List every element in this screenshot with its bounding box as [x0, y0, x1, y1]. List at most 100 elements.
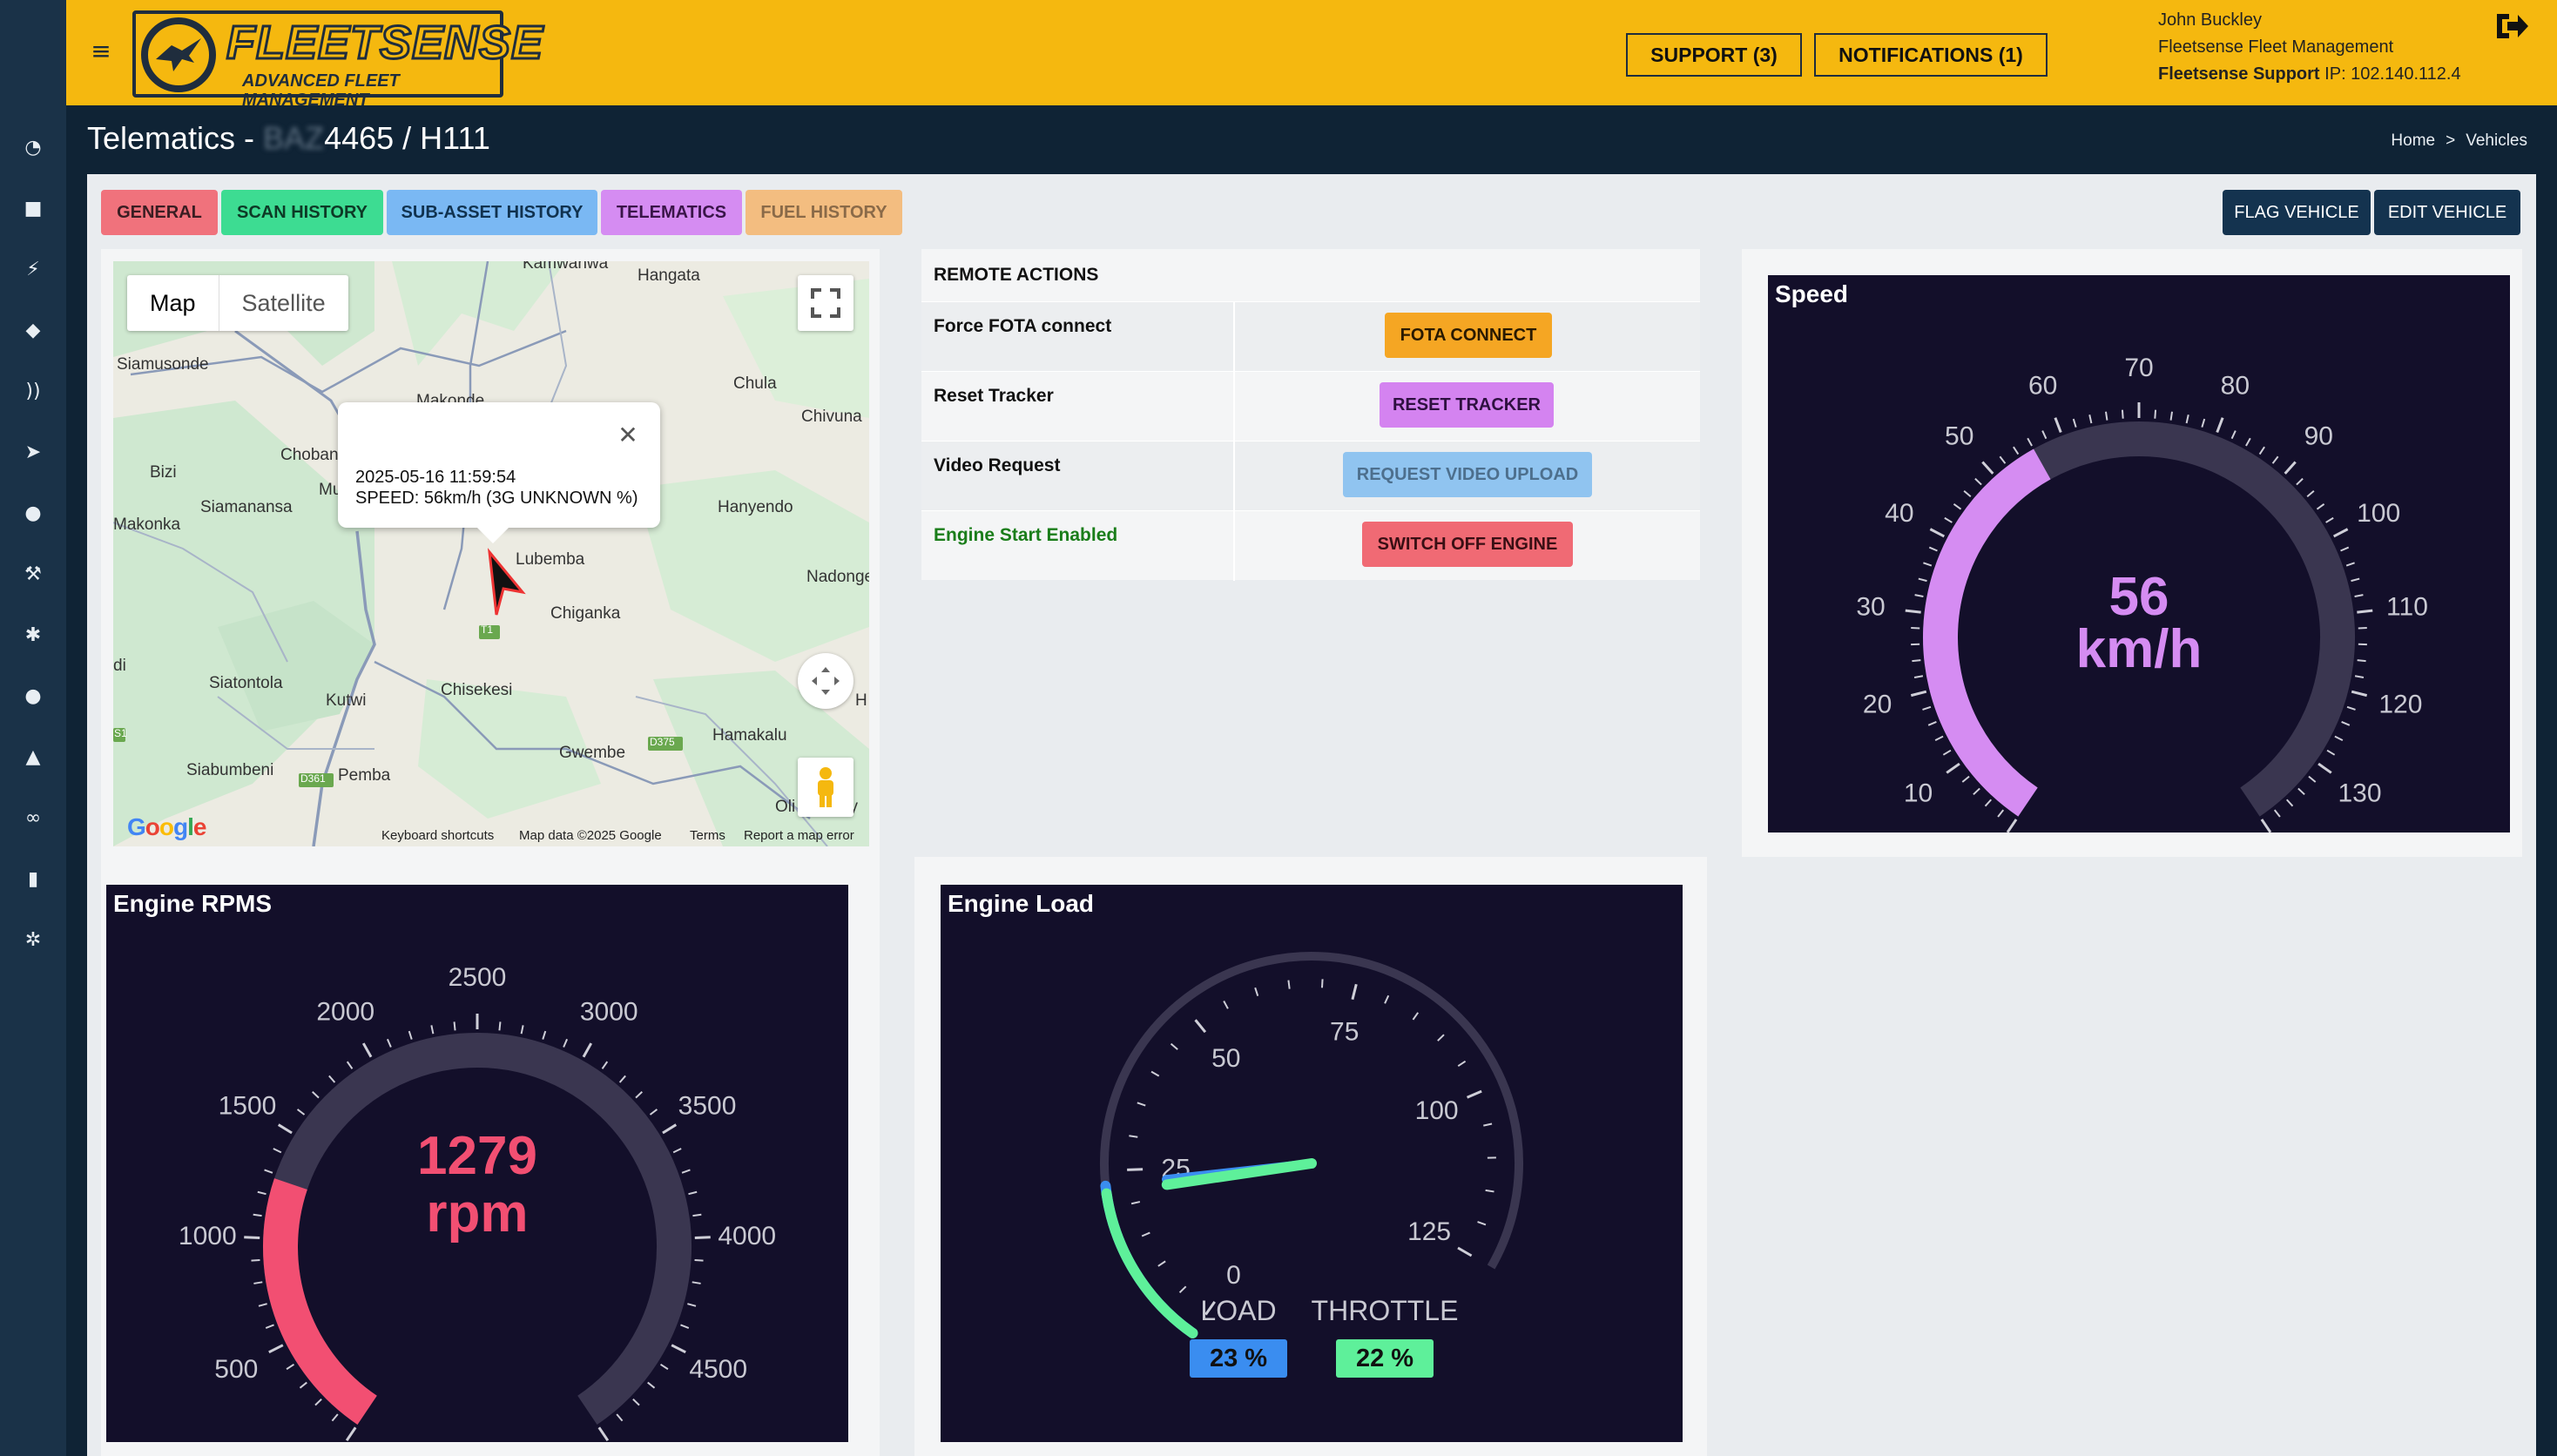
book-icon[interactable]: ▮: [17, 862, 50, 895]
fullscreen-icon[interactable]: [798, 275, 853, 331]
remote-action-row: Reset Tracker RESET TRACKER: [921, 371, 1700, 442]
gauge-major-tick: [361, 1042, 373, 1058]
eagle-logo-icon: [141, 17, 216, 92]
gauge-minor-tick: [2088, 415, 2093, 424]
tags-icon[interactable]: ◆: [17, 313, 50, 347]
place-label: Siamanansa: [200, 498, 293, 516]
gauge-minor-tick: [328, 1075, 336, 1083]
street-view-pegman-icon[interactable]: [798, 758, 853, 817]
gauge-major-tick: [1194, 1019, 1207, 1034]
map-info-window: ✕ 2025-05-16 11:59:54 SPEED: 56km/h (3G …: [338, 402, 660, 543]
gauge-minor-tick: [2104, 411, 2108, 421]
hamburger-menu-icon[interactable]: ≡: [84, 33, 118, 68]
reset-tracker-button[interactable]: RESET TRACKER: [1380, 382, 1554, 428]
link-icon[interactable]: ∞: [17, 801, 50, 834]
gauge-tick-label: 3500: [678, 1092, 737, 1121]
cogs-icon[interactable]: ✱: [17, 618, 50, 651]
load-label: LOAD: [1200, 1295, 1276, 1326]
location-arrow-icon[interactable]: ➤: [17, 435, 50, 468]
support-org: Fleetsense Support: [2158, 64, 2320, 84]
fleetsense-logo[interactable]: FLEETSENSE ADVANCED FLEET MANAGEMENT: [132, 10, 544, 110]
ip-address: IP: 102.140.112.4: [2319, 64, 2461, 84]
logout-icon[interactable]: [2491, 9, 2533, 44]
gauge-minor-tick: [542, 1030, 547, 1040]
gauge-tick-label: 80: [2221, 371, 2250, 400]
gauge-minor-tick: [386, 1038, 392, 1048]
tab-scan-history[interactable]: SCAN HISTORY: [221, 190, 383, 235]
tab-sub-asset-history[interactable]: SUB-ASSET HISTORY: [387, 190, 597, 235]
edit-vehicle-button[interactable]: EDIT VEHICLE: [2374, 190, 2520, 235]
gauge-minor-tick: [2297, 787, 2305, 796]
gauge-tick-label: 0: [1226, 1261, 1241, 1290]
rss-icon[interactable]: )): [17, 374, 50, 408]
breadcrumb-home[interactable]: Home: [2391, 131, 2435, 150]
gauge-minor-tick: [680, 1324, 690, 1329]
gauge-minor-tick: [2354, 594, 2364, 598]
tab-telematics[interactable]: TELEMATICS: [601, 190, 742, 235]
map-pan-control-icon[interactable]: [798, 653, 853, 709]
keyboard-shortcuts-link[interactable]: Keyboard shortcuts: [381, 828, 494, 843]
tab-general[interactable]: GENERAL: [101, 190, 218, 235]
vehicle-map[interactable]: Kamwanwa Hangata Siamusonde Makonde Chul…: [113, 261, 869, 846]
gauge-major-tick: [1457, 1246, 1473, 1257]
gauge-minor-tick: [1942, 749, 1952, 756]
rpm-gauge-title: Engine RPMS: [113, 890, 273, 917]
top-header: ≡ FLEETSENSE ADVANCED FLEET MANAGEMENT S…: [66, 0, 2557, 110]
breadcrumb-vehicles[interactable]: Vehicles: [2466, 131, 2527, 150]
notifications-button[interactable]: NOTIFICATIONS (1): [1814, 33, 2048, 77]
close-icon[interactable]: ✕: [615, 421, 641, 449]
map-type-satellite-button[interactable]: Satellite: [219, 275, 348, 331]
settings-gear-icon[interactable]: ✲: [17, 923, 50, 956]
gauge-minor-tick: [1485, 1189, 1494, 1193]
report-map-error-link[interactable]: Report a map error: [744, 828, 854, 843]
fuel-drop-icon[interactable]: ●: [17, 496, 50, 529]
support-button[interactable]: SUPPORT (3): [1626, 33, 1802, 77]
gauge-minor-tick: [1973, 787, 1980, 796]
dashboard-icon[interactable]: ◔: [17, 131, 50, 164]
gauge-major-tick: [268, 1344, 284, 1354]
remote-action-label: Force FOTA connect: [934, 316, 1112, 336]
user-icon[interactable]: ●: [17, 679, 50, 712]
row-divider: [1233, 372, 1235, 442]
place-label: Choban: [280, 446, 339, 464]
map-type-control: Map Satellite: [127, 275, 348, 331]
gauge-minor-tick: [563, 1038, 569, 1048]
tab-fuel-history[interactable]: FUEL HISTORY: [746, 190, 902, 235]
chart-icon[interactable]: ▲: [17, 740, 50, 773]
place-label: Bizi: [150, 463, 177, 482]
row-divider: [1233, 302, 1235, 372]
gauge-minor-tick: [2041, 430, 2048, 440]
speed-gauge-title: Speed: [1775, 280, 1849, 307]
switch-off-engine-button[interactable]: SWITCH OFF ENGINE: [1362, 522, 1573, 567]
place-label: Siamusonde: [117, 355, 209, 374]
gauge-minor-tick: [253, 1281, 263, 1284]
gauge-minor-tick: [346, 1061, 354, 1069]
fota-connect-button[interactable]: FOTA CONNECT: [1385, 313, 1552, 358]
gauge-major-tick: [244, 1236, 260, 1240]
wrench-icon[interactable]: ⚒: [17, 557, 50, 590]
gauge-minor-tick: [408, 1030, 413, 1040]
remote-actions-heading: REMOTE ACTIONS: [934, 265, 1099, 285]
terms-link[interactable]: Terms: [690, 828, 725, 843]
gauge-minor-tick: [1412, 1012, 1420, 1021]
gauge-minor-tick: [2316, 503, 2325, 510]
plug-icon[interactable]: ⚡: [17, 253, 50, 286]
gauge-minor-tick: [273, 1148, 282, 1154]
gauge-tick-label: 75: [1330, 1018, 1359, 1047]
gauge-major-tick: [2006, 819, 2018, 832]
place-label: Makonka: [113, 516, 181, 534]
truck-icon[interactable]: ■: [17, 192, 50, 225]
gauge-minor-tick: [1477, 1221, 1487, 1226]
flag-vehicle-button[interactable]: FLAG VEHICLE: [2223, 190, 2371, 235]
gauge-major-tick: [2284, 461, 2297, 475]
map-type-map-button[interactable]: Map: [127, 275, 219, 331]
rpm-gauge: 0500100015002000250030003500400045005000…: [179, 963, 776, 1442]
gauge-tick-label: 125: [1407, 1217, 1451, 1246]
gauge-minor-tick: [1483, 1122, 1493, 1127]
gauge-major-tick: [1351, 983, 1358, 1001]
gauge-major-tick: [2351, 690, 2368, 698]
gauge-minor-tick: [1223, 1001, 1229, 1009]
request-video-upload-button[interactable]: REQUEST VIDEO UPLOAD: [1343, 452, 1592, 497]
gauge-minor-tick: [2345, 562, 2355, 567]
remote-actions-panel: REMOTE ACTIONS Force FOTA connect FOTA C…: [921, 249, 1700, 581]
